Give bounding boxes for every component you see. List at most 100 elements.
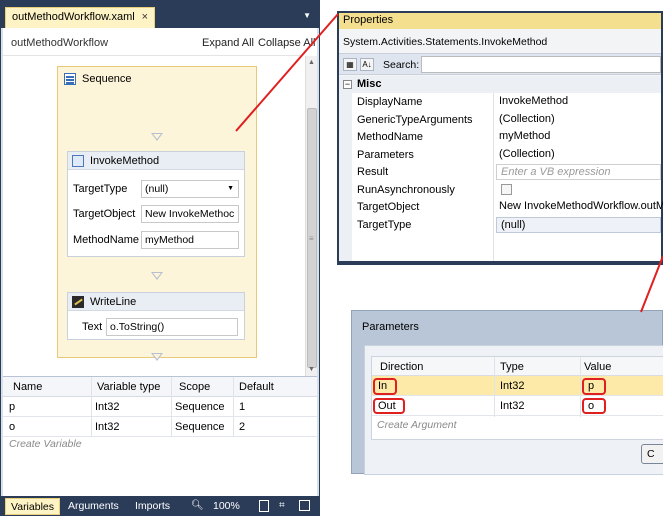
create-argument-link[interactable]: Create Argument (377, 419, 457, 431)
write-line-title: WriteLine (90, 295, 137, 308)
variable-default: 1 (239, 401, 246, 413)
property-row-result[interactable]: Result Enter a VB expression (339, 163, 661, 181)
property-row-displayname[interactable]: DisplayName InvokeMethod (339, 93, 661, 111)
column-header-direction[interactable]: Direction (380, 361, 423, 373)
category-label: Misc (357, 78, 382, 90)
run-asynchronously-checkbox[interactable] (501, 183, 512, 195)
parameters-title: Parameters (362, 321, 419, 333)
target-type-label: TargetType (73, 183, 128, 195)
method-name-input[interactable]: myMethod (141, 231, 239, 249)
result-expression-input[interactable]: Enter a VB expression (496, 164, 661, 180)
properties-toolbar: ▦ A↓ Search: (339, 53, 661, 75)
selected-object-type: System.Activities.Statements.InvokeMetho… (343, 36, 548, 48)
property-value[interactable]: myMethod (499, 130, 550, 142)
property-grid: − Misc DisplayName InvokeMethod GenericT… (339, 76, 663, 261)
tab-imports[interactable]: Imports (135, 500, 170, 512)
breadcrumb-divider (3, 55, 303, 56)
category-misc[interactable]: − Misc (339, 76, 661, 93)
write-line-icon (72, 295, 84, 308)
property-value[interactable]: InvokeMethod (499, 95, 568, 107)
chevron-down-icon: ▼ (227, 185, 234, 192)
column-header-variable-type[interactable]: Variable type (97, 381, 160, 393)
categorized-view-icon[interactable]: ▦ (343, 58, 357, 71)
drop-target-arrow-icon[interactable] (151, 353, 163, 361)
annotation-highlight (582, 378, 606, 395)
expression-placeholder: Enter a VB expression (501, 166, 611, 178)
scroll-up-icon[interactable]: ▲ (308, 59, 315, 66)
argument-type[interactable]: Int32 (500, 400, 524, 412)
arguments-grid: Direction Type Value In Int32 p Out Int3… (371, 356, 663, 440)
property-name: MethodName (357, 131, 424, 143)
table-row[interactable]: Out Int32 o (372, 396, 663, 416)
sort-alphabetical-icon[interactable]: A↓ (360, 58, 374, 71)
column-header-value[interactable]: Value (584, 361, 611, 373)
dialog-button[interactable]: C (641, 444, 663, 464)
column-header-default[interactable]: Default (239, 381, 274, 393)
table-row[interactable]: p Int32 Sequence 1 (3, 397, 317, 417)
search-input[interactable] (421, 56, 661, 73)
table-row[interactable]: In Int32 p (372, 376, 663, 396)
text-input[interactable]: o.ToString() (106, 318, 238, 336)
invoke-method-title: InvokeMethod (90, 154, 160, 167)
sequence-activity[interactable]: Sequence InvokeMethod TargetType (null) … (57, 66, 257, 361)
column-header-scope[interactable]: Scope (179, 381, 210, 393)
designer-bottom-bar: Variables Arguments Imports 🔍︎ 100% ⌗ (1, 496, 319, 516)
target-object-label: TargetObject (73, 208, 136, 220)
fit-to-screen-icon[interactable] (259, 500, 269, 512)
target-object-input[interactable]: New InvokeMethoc (141, 205, 239, 223)
argument-type[interactable]: Int32 (500, 380, 524, 392)
sequence-icon (64, 73, 76, 85)
variable-scope: Sequence (175, 421, 225, 433)
column-header-name[interactable]: Name (13, 381, 42, 393)
property-row-targettype[interactable]: TargetType (null) (339, 216, 661, 234)
sequence-title: Sequence (82, 73, 132, 85)
column-divider (171, 377, 172, 437)
design-surface: outMethodWorkflow Expand All Collapse Al… (3, 28, 317, 376)
table-row[interactable]: o Int32 Sequence 2 (3, 417, 317, 437)
variable-scope: Sequence (175, 401, 225, 413)
target-type-combo[interactable]: (null) (496, 216, 661, 233)
column-divider (233, 377, 234, 437)
create-variable-link[interactable]: Create Variable (9, 438, 82, 450)
arguments-header-row: Direction Type Value (372, 357, 663, 376)
tab-variables[interactable]: Variables (5, 498, 60, 515)
parameters-dialog: Parameters Direction Type Value In Int32… (351, 310, 663, 475)
property-name: Parameters (357, 148, 414, 161)
zoom-level[interactable]: 100% (213, 500, 240, 512)
property-name: TargetObject (357, 201, 420, 213)
collapse-icon[interactable]: − (343, 80, 352, 89)
property-value[interactable]: New InvokeMethodWorkflow.outM (499, 200, 663, 212)
breadcrumb[interactable]: outMethodWorkflow (11, 37, 108, 49)
collapse-all-link[interactable]: Collapse All (258, 37, 315, 49)
variable-name: o (9, 421, 16, 433)
write-line-header: WriteLine (68, 293, 244, 311)
scroll-down-icon[interactable]: ▼ (308, 366, 315, 373)
property-row-targetobject[interactable]: TargetObject New InvokeMethodWorkflow.ou… (339, 198, 663, 216)
document-tab[interactable]: outMethodWorkflow.xaml × (5, 7, 155, 28)
property-row-generictypearguments[interactable]: GenericTypeArguments (Collection) (339, 111, 661, 129)
drop-target-arrow-icon[interactable] (151, 272, 163, 280)
variable-name: p (9, 401, 16, 413)
column-divider (580, 357, 581, 417)
target-type-combo[interactable]: (null) ▼ (141, 180, 239, 198)
close-icon[interactable]: × (142, 11, 148, 23)
write-line-activity[interactable]: WriteLine Text o.ToString() (67, 292, 245, 340)
drop-target-arrow-icon[interactable] (151, 133, 163, 141)
expand-all-link[interactable]: Expand All (202, 37, 254, 49)
property-row-methodname[interactable]: MethodName myMethod (339, 128, 661, 146)
full-view-icon[interactable] (299, 500, 310, 511)
annotation-highlight (373, 378, 397, 395)
property-value[interactable]: (Collection) (499, 148, 555, 160)
dropdown-arrow-icon[interactable]: ▼ (303, 11, 311, 20)
zoom-magnifier-icon[interactable]: 🔍︎ (191, 500, 204, 511)
property-row-runasynchronously[interactable]: RunAsynchronously (339, 181, 661, 199)
tab-arguments[interactable]: Arguments (68, 500, 119, 512)
invoke-method-activity[interactable]: InvokeMethod TargetType (null) ▼ TargetO… (67, 151, 245, 257)
column-header-type[interactable]: Type (500, 361, 524, 373)
overview-map-icon[interactable]: ⌗ (279, 500, 285, 511)
property-value[interactable]: (Collection) (499, 113, 555, 125)
vertical-scrollbar[interactable]: ▲ ≡ ▼ (305, 56, 317, 376)
variable-type: Int32 (95, 421, 120, 433)
property-row-parameters[interactable]: Parameters (Collection) (339, 146, 661, 164)
annotation-highlight (582, 398, 606, 414)
